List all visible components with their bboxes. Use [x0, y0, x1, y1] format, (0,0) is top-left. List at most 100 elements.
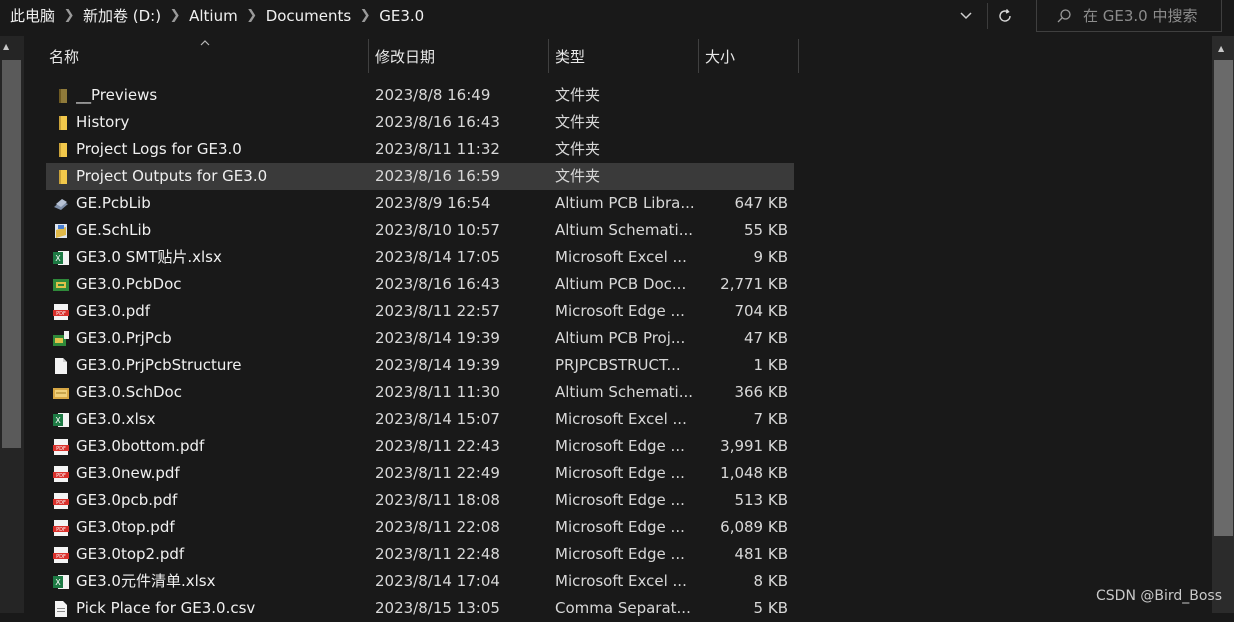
file-name[interactable]: GE3.0.PcbDoc	[76, 271, 366, 298]
nav-pane-scroll-thumb[interactable]	[2, 60, 21, 448]
file-row[interactable]: PDF GE3.0.pdf 2023/8/11 22:57 Microsoft Edg…	[46, 298, 794, 325]
file-row[interactable]: X GE3.0 SMT贴片.xlsx 2023/8/14 17:05 Microsof…	[46, 244, 794, 271]
chevron-right-icon[interactable]: ❯	[238, 8, 266, 23]
file-date: 2023/8/14 17:05	[375, 248, 500, 266]
breadcrumb-drive[interactable]: 新加卷 (D:)	[83, 5, 161, 26]
schdoc-icon	[52, 384, 70, 402]
search-icon	[1049, 8, 1079, 24]
refresh-icon[interactable]	[992, 2, 1018, 30]
file-type: 文件夹	[555, 113, 601, 131]
file-date: 2023/8/8 16:49	[375, 86, 491, 104]
file-size: 55 KB	[744, 221, 788, 239]
column-header-date[interactable]: 修改日期	[369, 39, 549, 73]
svg-text:PDF: PDF	[56, 500, 66, 506]
breadcrumb-this-pc[interactable]: 此电脑	[10, 5, 55, 26]
column-header-name[interactable]: 名称	[25, 39, 369, 73]
file-row[interactable]: Project Logs for GE3.0 2023/8/11 11:32 文件夹	[46, 136, 794, 163]
breadcrumb-altium[interactable]: Altium	[189, 7, 238, 25]
file-size: 3,991 KB	[720, 437, 788, 455]
file-name[interactable]: GE3.0元件清单.xlsx	[76, 568, 366, 595]
file-type: Altium PCB Proj...	[555, 329, 686, 347]
breadcrumb: 此电脑 ❯ 新加卷 (D:) ❯ Altium ❯ Documents ❯ GE…	[0, 0, 424, 31]
file-name[interactable]: GE3.0.xlsx	[76, 406, 366, 433]
watermark: CSDN @Bird_Boss	[1096, 588, 1223, 604]
file-name[interactable]: GE3.0bottom.pdf	[76, 433, 366, 460]
chevron-right-icon[interactable]: ❯	[161, 8, 189, 23]
folder-dark-icon	[52, 87, 70, 105]
file-name[interactable]: GE.PcbLib	[76, 190, 366, 217]
file-row[interactable]: GE3.0.PrjPcb 2023/8/14 19:39 Altium PCB Pr…	[46, 325, 794, 352]
file-row[interactable]: PDF GE3.0top.pdf 2023/8/11 22:08 Microsoft …	[46, 514, 794, 541]
file-row[interactable]: GE.SchLib 2023/8/10 10:57 Altium Schemati.…	[46, 217, 794, 244]
file-size: 2,771 KB	[720, 275, 788, 293]
file-row[interactable]: History 2023/8/16 16:43 文件夹	[46, 109, 794, 136]
file-date: 2023/8/14 19:39	[375, 329, 500, 347]
file-size: 1 KB	[753, 356, 788, 374]
file-type: Altium PCB Libra...	[555, 194, 695, 212]
file-row[interactable]: GE3.0.SchDoc 2023/8/11 11:30 Altium Schema…	[46, 379, 794, 406]
file-name[interactable]: GE3.0new.pdf	[76, 460, 366, 487]
file-row[interactable]: GE3.0.PrjPcbStructure 2023/8/14 19:39 PRJP…	[46, 352, 794, 379]
breadcrumb-current[interactable]: GE3.0	[379, 7, 424, 25]
file-name[interactable]: Pick Place for GE3.0.csv	[76, 595, 366, 622]
file-name[interactable]: __Previews	[76, 82, 366, 109]
file-name[interactable]: Project Outputs for GE3.0	[76, 163, 366, 190]
column-header-type[interactable]: 类型	[549, 39, 699, 73]
file-list-scroll-thumb[interactable]	[1214, 60, 1233, 536]
file-date: 2023/8/9 16:54	[375, 194, 491, 212]
chevron-down-icon[interactable]	[952, 2, 980, 30]
file-type: Microsoft Edge ...	[555, 518, 685, 536]
file-date: 2023/8/11 11:32	[375, 140, 500, 158]
file-name[interactable]: GE3.0.pdf	[76, 298, 366, 325]
file-type: Altium PCB Doc...	[555, 275, 687, 293]
file-row[interactable]: X GE3.0元件清单.xlsx 2023/8/14 17:04 Microsoft …	[46, 568, 794, 595]
chevron-right-icon[interactable]: ❯	[351, 8, 379, 23]
file-name[interactable]: GE.SchLib	[76, 217, 366, 244]
folder-icon	[52, 168, 70, 186]
file-date: 2023/8/11 11:30	[375, 383, 500, 401]
file-row[interactable]: GE3.0.PcbDoc 2023/8/16 16:43 Altium PCB Do…	[46, 271, 794, 298]
file-row[interactable]: Project Outputs for GE3.0 2023/8/16 16:59…	[46, 163, 794, 190]
svg-text:X: X	[55, 416, 61, 425]
file-row[interactable]: PDF GE3.0top2.pdf 2023/8/11 22:48 Microsoft…	[46, 541, 794, 568]
address-bar[interactable]: 此电脑 ❯ 新加卷 (D:) ❯ Altium ❯ Documents ❯ GE…	[0, 0, 1234, 34]
file-name[interactable]: Project Logs for GE3.0	[76, 136, 366, 163]
breadcrumb-documents[interactable]: Documents	[266, 7, 352, 25]
file-type: Microsoft Edge ...	[555, 437, 685, 455]
file-row[interactable]: Pick Place for GE3.0.csv 2023/8/15 13:05 C…	[46, 595, 794, 622]
pdf-icon: PDF	[52, 438, 70, 456]
file-date: 2023/8/16 16:43	[375, 275, 500, 293]
column-header-size[interactable]: 大小	[699, 39, 799, 73]
file-date: 2023/8/11 22:48	[375, 545, 500, 563]
file-size: 647 KB	[734, 194, 788, 212]
file-date: 2023/8/11 22:57	[375, 302, 500, 320]
file-name[interactable]: GE3.0.PrjPcb	[76, 325, 366, 352]
file-row[interactable]: __Previews 2023/8/8 16:49 文件夹	[46, 82, 794, 109]
file-date: 2023/8/14 17:04	[375, 572, 500, 590]
file-date: 2023/8/11 22:08	[375, 518, 500, 536]
scroll-up-arrow-icon[interactable]: ▲	[1218, 44, 1224, 53]
file-row[interactable]: GE.PcbLib 2023/8/9 16:54 Altium PCB Libra.…	[46, 190, 794, 217]
file-size	[696, 109, 788, 136]
file-row[interactable]: PDF GE3.0new.pdf 2023/8/11 22:49 Microsoft …	[46, 460, 794, 487]
file-row[interactable]: PDF GE3.0pcb.pdf 2023/8/11 18:08 Microsoft …	[46, 487, 794, 514]
file-name[interactable]: GE3.0 SMT贴片.xlsx	[76, 244, 366, 271]
file-size: 481 KB	[734, 545, 788, 563]
search-input[interactable]: 在 GE3.0 中搜索	[1083, 5, 1198, 26]
chevron-right-icon[interactable]: ❯	[55, 8, 83, 23]
file-name[interactable]: GE3.0.PrjPcbStructure	[76, 352, 366, 379]
file-row[interactable]: PDF GE3.0bottom.pdf 2023/8/11 22:43 Microso…	[46, 433, 794, 460]
file-type: Microsoft Edge ...	[555, 491, 685, 509]
pdf-icon: PDF	[52, 492, 70, 510]
file-name[interactable]: GE3.0top.pdf	[76, 514, 366, 541]
scroll-up-arrow-icon[interactable]: ▲	[3, 42, 9, 51]
file-type: PRJPCBSTRUCT...	[555, 356, 681, 374]
search-box[interactable]: 在 GE3.0 中搜索	[1036, 0, 1222, 32]
file-size: 5 KB	[753, 599, 788, 617]
file-row[interactable]: X GE3.0.xlsx 2023/8/14 15:07 Microsoft Exce…	[46, 406, 794, 433]
file-name[interactable]: GE3.0pcb.pdf	[76, 487, 366, 514]
file-name[interactable]: GE3.0top2.pdf	[76, 541, 366, 568]
file-name[interactable]: GE3.0.SchDoc	[76, 379, 366, 406]
file-name[interactable]: History	[76, 109, 366, 136]
svg-text:PDF: PDF	[56, 473, 66, 479]
